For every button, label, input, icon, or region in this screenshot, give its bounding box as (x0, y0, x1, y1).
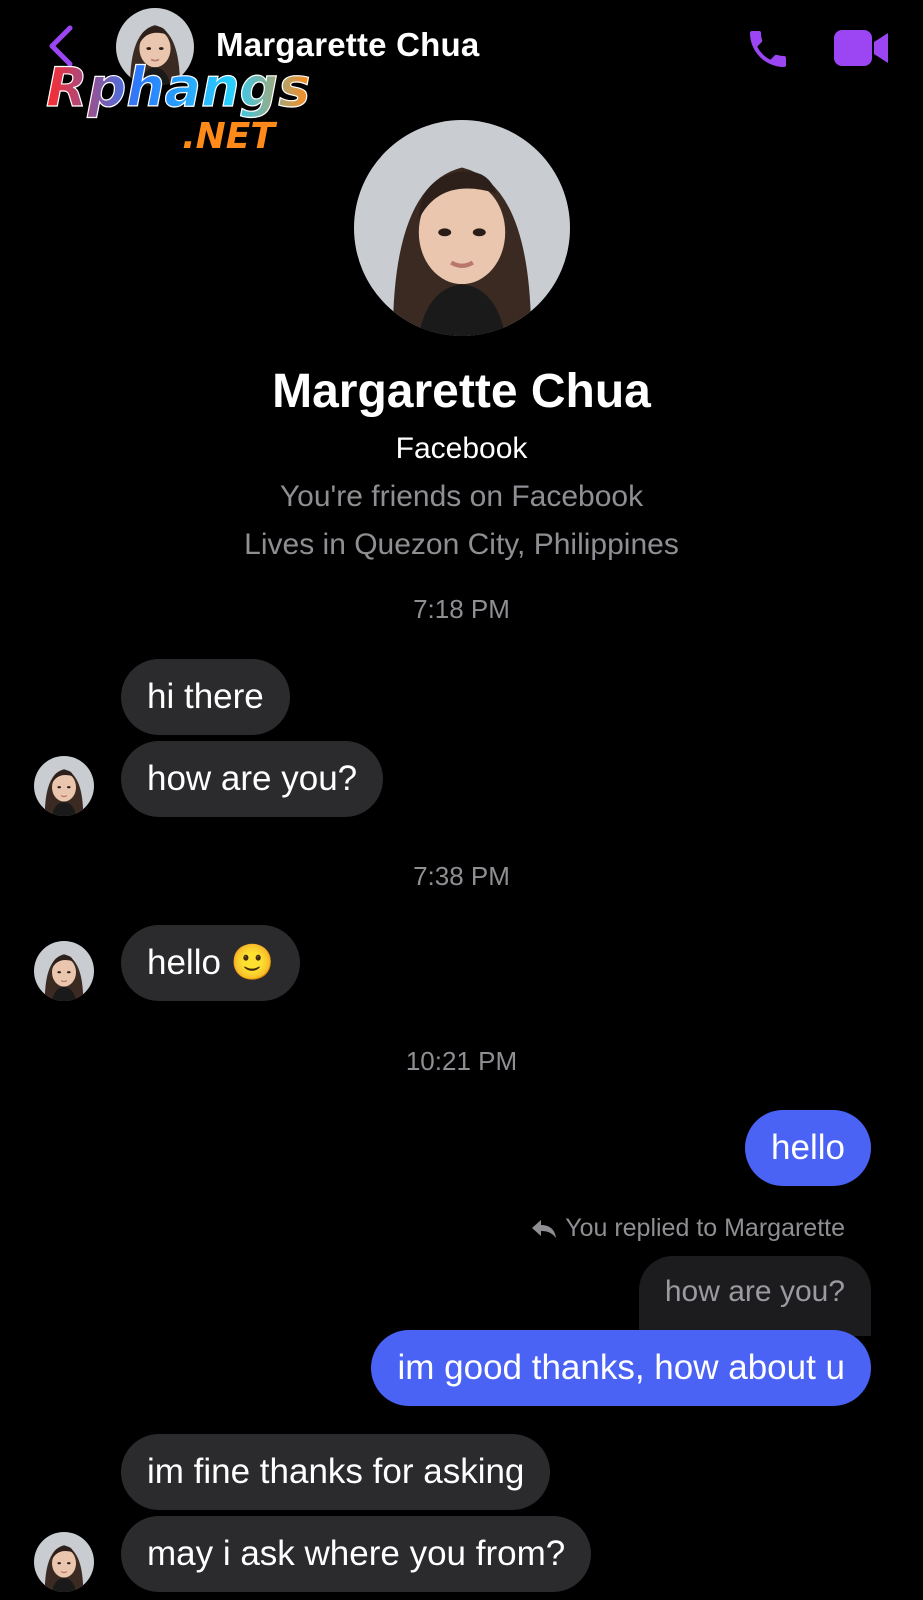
incoming-message[interactable]: may i ask where you from? (121, 1516, 592, 1592)
watermark-logo: Rphangs .NET (44, 55, 334, 158)
profile-photo[interactable] (354, 120, 570, 336)
video-call-button[interactable] (832, 28, 890, 68)
incoming-message[interactable]: how are you? (121, 741, 384, 817)
contact-avatar[interactable] (34, 756, 94, 816)
contact-avatar[interactable] (34, 1532, 94, 1592)
reply-indicator: You replied to Margarette (531, 1214, 845, 1243)
friend-status: You're friends on Facebook (279, 480, 644, 513)
incoming-message[interactable]: im fine thanks for asking (121, 1434, 551, 1510)
incoming-message[interactable]: hi there (121, 659, 290, 735)
profile-platform: Facebook (395, 432, 528, 465)
incoming-message[interactable]: hello 🙂 (121, 925, 301, 1001)
profile-name: Margarette Chua (272, 365, 651, 418)
timestamp: 7:38 PM (413, 861, 510, 891)
video-camera-icon (834, 30, 888, 66)
reply-arrow-icon (532, 1219, 557, 1238)
timestamp: 7:18 PM (413, 594, 510, 624)
outgoing-message[interactable]: hello (745, 1110, 871, 1186)
timestamp: 10:21 PM (405, 1046, 518, 1076)
audio-call-button[interactable] (744, 25, 792, 73)
location-text: Lives in Quezon City, Philippines (244, 528, 679, 561)
quoted-message[interactable]: how are you? (638, 1256, 871, 1336)
reply-note: You replied to Margarette (565, 1214, 845, 1242)
contact-avatar[interactable] (34, 941, 94, 1001)
outgoing-message[interactable]: im good thanks, how about u (371, 1330, 871, 1406)
watermark-brand: Rphangs (46, 58, 310, 119)
watermark-tld: .NET (182, 116, 277, 157)
phone-icon (750, 31, 786, 67)
